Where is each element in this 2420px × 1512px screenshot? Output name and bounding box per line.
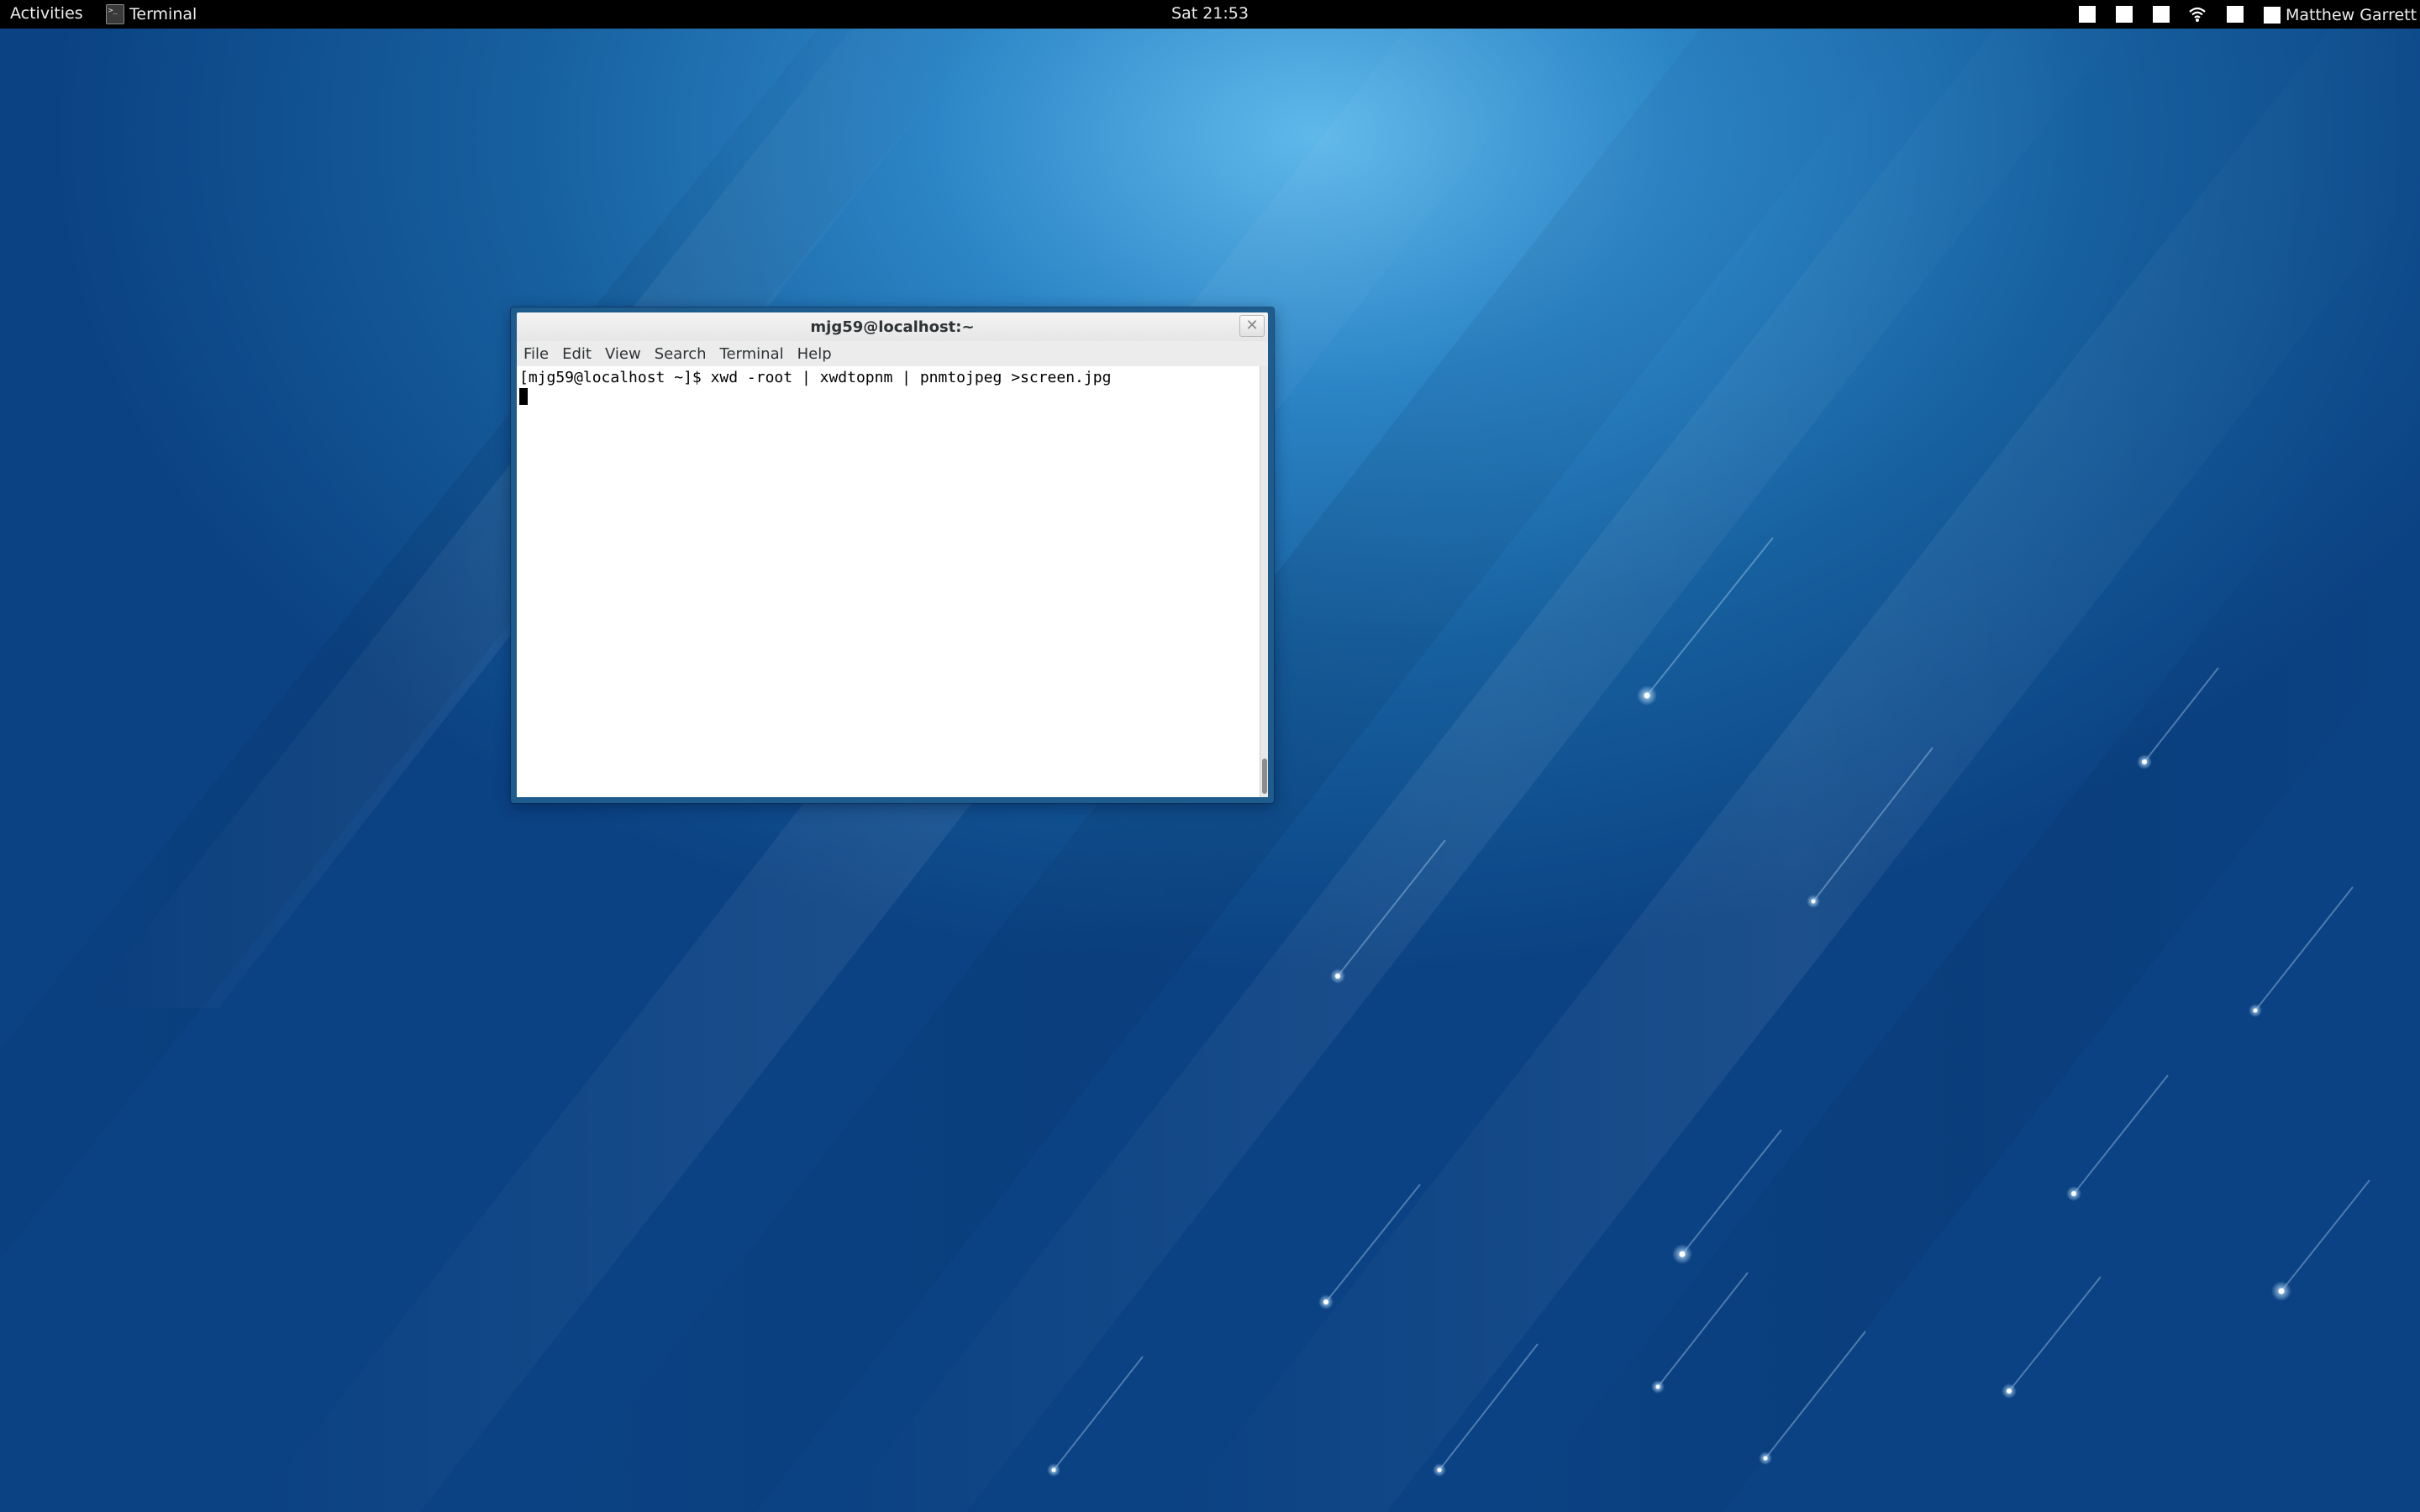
scrollbar[interactable]: [1260, 366, 1268, 797]
user-name: Matthew Garrett: [2286, 6, 2417, 24]
app-menu-label: Terminal: [129, 5, 197, 24]
clock[interactable]: Sat 21:53: [1171, 4, 1249, 23]
top-bar: Activities Terminal Sat 21:53 Matthew Ga…: [0, 0, 2420, 29]
window-title: mjg59@localhost:~: [810, 318, 975, 336]
wifi-icon[interactable]: [2188, 5, 2207, 24]
terminal-content[interactable]: [mjg59@localhost ~]$ xwd -root | xwdtopn…: [517, 366, 1268, 797]
menu-terminal[interactable]: Terminal: [713, 345, 791, 363]
scrollbar-thumb[interactable]: [1262, 759, 1267, 794]
terminal-line: [mjg59@localhost ~]$ xwd -root | xwdtopn…: [519, 369, 1112, 386]
tray-indicator-3-icon[interactable]: [2153, 6, 2170, 23]
close-button[interactable]: ✕: [1239, 315, 1265, 337]
user-menu[interactable]: Matthew Garrett: [2264, 6, 2417, 24]
desktop: Activities Terminal Sat 21:53 Matthew Ga…: [0, 0, 2420, 1512]
menu-file[interactable]: File: [517, 345, 555, 363]
tray-indicator-2-icon[interactable]: [2116, 6, 2133, 23]
user-avatar-icon: [2264, 7, 2281, 24]
tray-indicator-4-icon[interactable]: [2227, 6, 2244, 23]
tray-indicator-1-icon[interactable]: [2079, 6, 2096, 23]
menu-search[interactable]: Search: [648, 345, 713, 363]
text-cursor: [519, 388, 528, 405]
close-icon: ✕: [1245, 317, 1259, 334]
terminal-icon: [106, 4, 124, 24]
menu-help[interactable]: Help: [791, 345, 839, 363]
menu-edit[interactable]: Edit: [555, 345, 598, 363]
window-titlebar[interactable]: mjg59@localhost:~ ✕: [517, 312, 1268, 341]
menu-bar: File Edit View Search Terminal Help: [517, 341, 1268, 366]
menu-view[interactable]: View: [598, 345, 648, 363]
app-menu[interactable]: Terminal: [106, 3, 197, 26]
terminal-text[interactable]: [mjg59@localhost ~]$ xwd -root | xwdtopn…: [519, 368, 1111, 408]
terminal-window[interactable]: mjg59@localhost:~ ✕ File Edit View Searc…: [511, 307, 1274, 803]
activities-button[interactable]: Activities: [10, 4, 83, 23]
